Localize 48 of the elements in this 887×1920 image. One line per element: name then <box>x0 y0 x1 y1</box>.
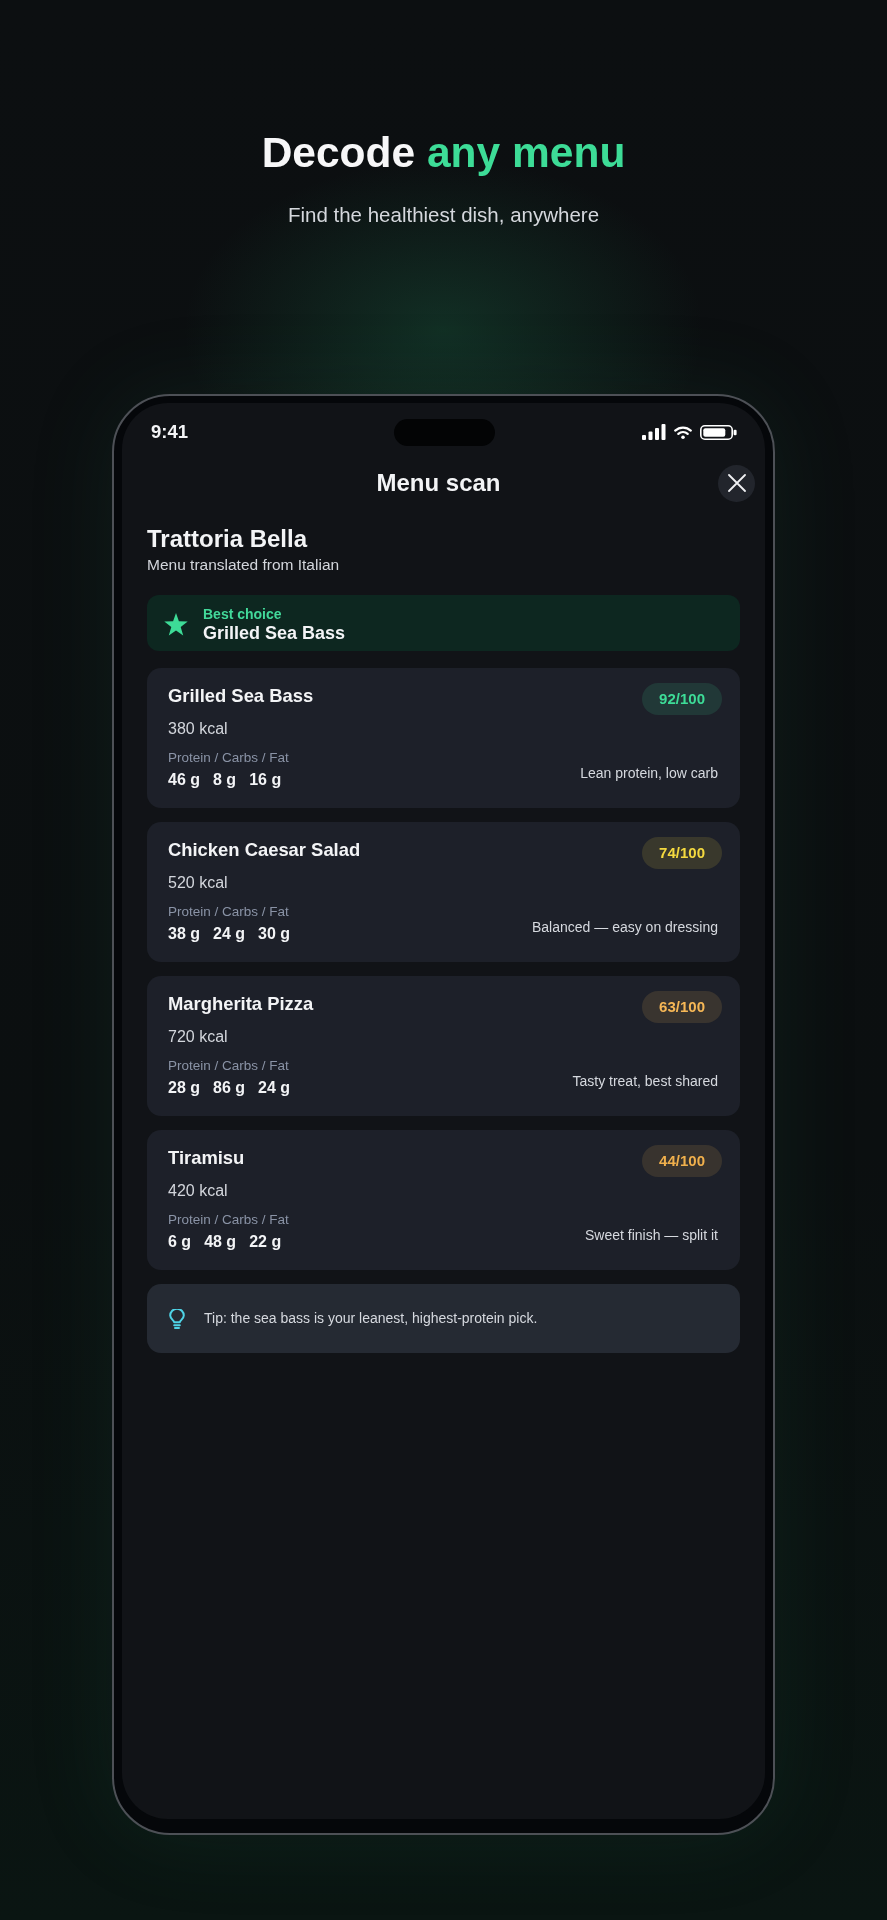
screen-title: Menu scan <box>376 468 501 498</box>
macro-value: 46 g <box>168 770 200 791</box>
macro-label: Protein / Carbs / Fat <box>168 1211 289 1229</box>
battery-icon <box>700 424 737 440</box>
headline: Decode any menu <box>260 128 627 178</box>
macro-value: 8 g <box>213 770 237 791</box>
calorie-count: 420 kcal <box>168 1181 229 1202</box>
dish-note: Balanced — easy on dressing <box>532 919 718 937</box>
score-pill: 92/100 <box>642 683 722 716</box>
tip-text: Tip: the sea bass is your leanest, highest-protein pick. <box>204 1310 538 1328</box>
calorie-count: 720 kcal <box>168 1027 229 1048</box>
macro-value: 30 g <box>258 924 291 945</box>
calorie-count: 380 kcal <box>168 719 229 740</box>
subtitle: Find the healthiest dish, anywhere <box>286 203 601 228</box>
dish-name: Margherita Pizza <box>168 992 314 1016</box>
macro-label: Protein / Carbs / Fat <box>168 1057 290 1075</box>
best-choice-dish: Grilled Sea Bass <box>203 622 346 645</box>
lightbulb-icon <box>169 1308 185 1329</box>
dish-note: Lean protein, low carb <box>580 765 718 783</box>
macro-value: 38 g <box>168 924 200 945</box>
restaurant-name: Trattoria Bella <box>147 524 309 554</box>
best-choice-label: Best choice <box>203 605 283 623</box>
close-icon <box>727 474 746 493</box>
status-time: 9:41 <box>151 422 190 442</box>
macro-value: 22 g <box>249 1232 282 1253</box>
macro-value: 28 g <box>168 1078 200 1099</box>
dish-name: Grilled Sea Bass <box>168 684 314 708</box>
macro-value: 16 g <box>249 770 282 791</box>
score-pill: 63/100 <box>642 991 722 1024</box>
calorie-count: 520 kcal <box>168 873 229 894</box>
signal-icon <box>642 424 666 441</box>
star-icon <box>164 613 188 637</box>
macro-value: 86 g <box>213 1078 246 1099</box>
dish-note: Tasty treat, best shared <box>572 1073 718 1091</box>
macro-label: Protein / Carbs / Fat <box>168 903 290 921</box>
macro-value: 24 g <box>258 1078 291 1099</box>
dish-note: Sweet finish — split it <box>584 1227 718 1245</box>
macro-value: 6 g <box>168 1232 192 1253</box>
score-pill: 74/100 <box>642 837 722 870</box>
macro-value: 48 g <box>204 1232 237 1253</box>
macro-value: 24 g <box>213 924 246 945</box>
score-pill: 44/100 <box>642 1145 722 1178</box>
wifi-icon <box>674 425 692 439</box>
dish-name: Chicken Caesar Salad <box>168 838 361 862</box>
dish-name: Tiramisu <box>168 1146 245 1170</box>
close-button[interactable] <box>718 464 755 502</box>
macro-label: Protein / Carbs / Fat <box>168 749 289 767</box>
restaurant-subtitle: Menu translated from Italian <box>147 555 341 575</box>
